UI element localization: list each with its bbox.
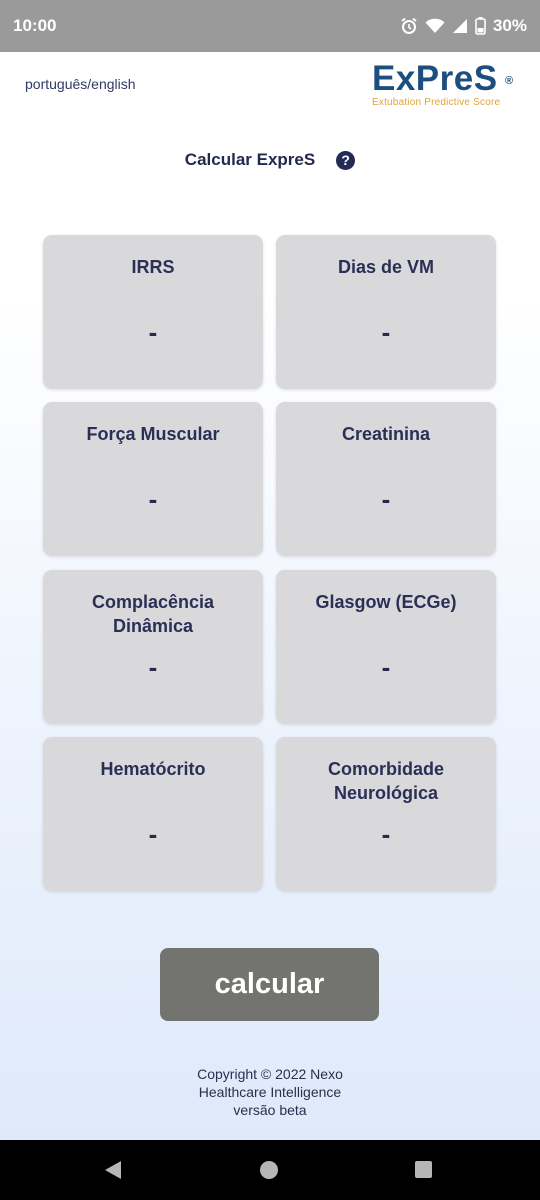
footer-company: Healthcare Intelligence [198, 1084, 342, 1100]
battery-icon [475, 17, 486, 35]
card-label: Glasgow (ECGe) [315, 592, 457, 612]
app-screen: português/english ExPreS ® Extubation Pr… [0, 52, 540, 1140]
card-value: - [381, 484, 391, 514]
card-label: Dias de VM [337, 257, 435, 277]
status-icons: 30% [400, 16, 527, 36]
status-time: 10:00 [13, 16, 57, 35]
card-value: - [148, 317, 158, 347]
card-label: Creatinina [341, 424, 431, 444]
card-complacencia-dinamica[interactable]: Complacência Dinâmica - [43, 570, 263, 724]
calculate-button[interactable]: calcular [160, 948, 379, 1021]
card-value: - [381, 652, 391, 682]
card-value: - [381, 819, 391, 849]
card-value: - [148, 819, 158, 849]
card-creatinina[interactable]: Creatinina - [276, 402, 496, 556]
logo-subtitle: Extubation Predictive Score [372, 97, 501, 108]
home-icon[interactable] [260, 1161, 278, 1179]
signal-icon [452, 18, 468, 34]
card-hematocrito[interactable]: Hematócrito - [43, 737, 263, 891]
card-value: - [381, 317, 391, 347]
card-forca-muscular[interactable]: Força Muscular - [43, 402, 263, 556]
card-value: - [148, 652, 158, 682]
system-nav-bar [0, 1140, 540, 1200]
card-label: IRRS [131, 257, 175, 277]
language-toggle-link[interactable]: português/english [25, 76, 136, 92]
card-glasgow[interactable]: Glasgow (ECGe) - [276, 570, 496, 724]
footer-version: versão beta [233, 1102, 307, 1118]
wifi-icon [425, 18, 445, 34]
card-irrs[interactable]: IRRS - [43, 235, 263, 389]
footer-copyright: Copyright © 2022 Nexo [197, 1066, 343, 1082]
back-icon[interactable] [104, 1160, 122, 1185]
card-value: - [148, 484, 158, 514]
page-title: Calcular ExpreS [184, 150, 316, 169]
card-label: Complacência Dinâmica [91, 592, 215, 636]
card-dias-de-vm[interactable]: Dias de VM - [276, 235, 496, 389]
alarm-icon [400, 17, 418, 35]
card-comorbidade-neurologica[interactable]: Comorbidade Neurológica - [276, 737, 496, 891]
card-label: Força Muscular [86, 424, 220, 444]
registered-mark: ® [505, 75, 514, 87]
title-row: Calcular ExpreS ? [0, 150, 540, 170]
logo-wordmark: ExPreS ® [372, 59, 514, 98]
recent-apps-icon[interactable] [415, 1161, 432, 1178]
battery-percent: 30% [492, 16, 527, 35]
help-icon[interactable]: ? [336, 150, 356, 170]
status-bar: 10:00 30% [0, 0, 540, 52]
expres-logo: ExPreS ® Extubation Predictive Score [372, 59, 522, 108]
card-label: Hematócrito [100, 759, 206, 779]
card-label: Comorbidade Neurológica [327, 759, 444, 803]
footer: Copyright © 2022 Nexo Healthcare Intelli… [0, 1065, 540, 1119]
